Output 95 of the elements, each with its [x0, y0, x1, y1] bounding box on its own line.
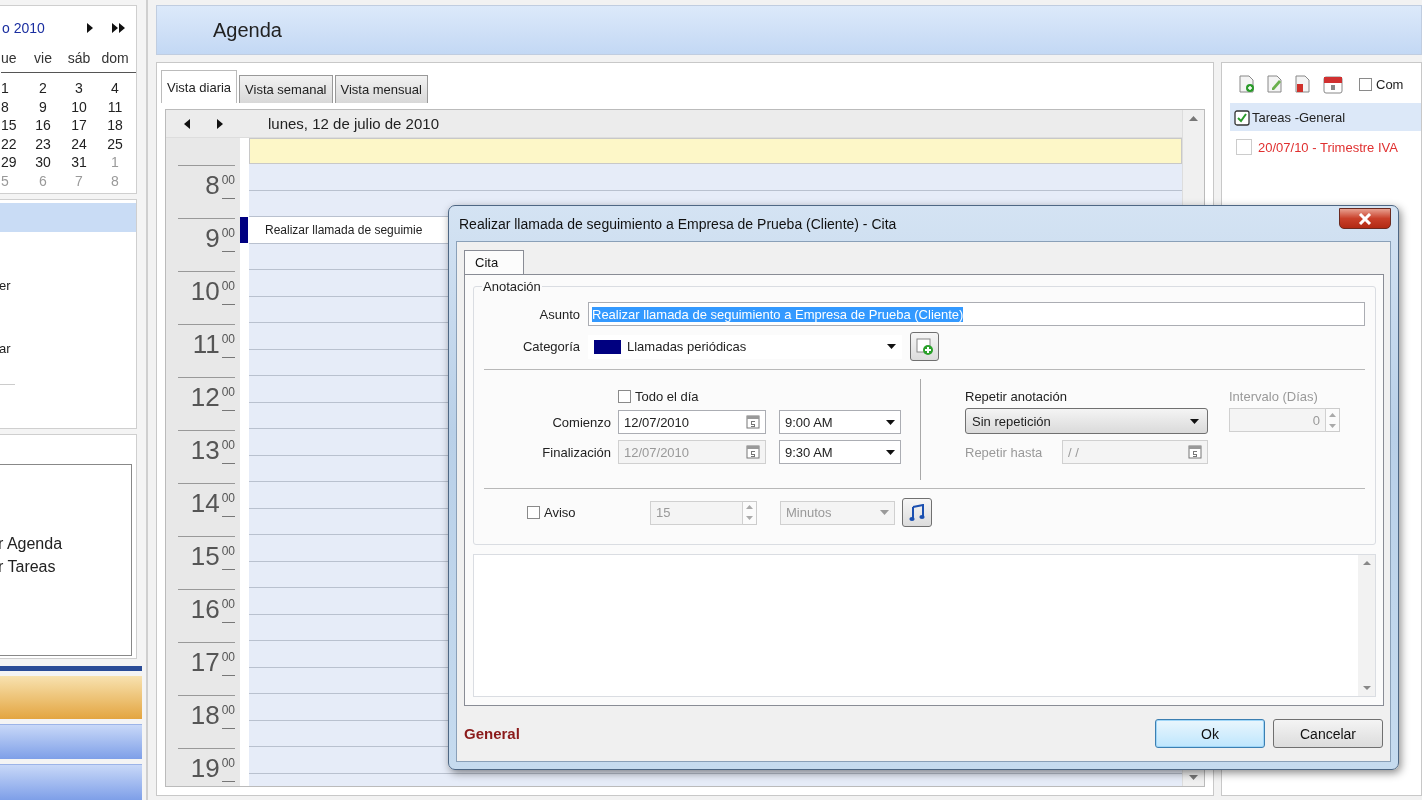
- view-tab[interactable]: Vista mensual: [334, 75, 428, 103]
- field-label: Categoría: [521, 339, 580, 354]
- page-title: Agenda: [213, 18, 282, 42]
- spin-up-icon[interactable]: [1329, 412, 1336, 417]
- calendar-day[interactable]: 11: [97, 97, 133, 116]
- date-field[interactable]: 12/07/2010: [618, 410, 766, 434]
- ok-button[interactable]: Ok: [1155, 719, 1265, 748]
- calendar-icon[interactable]: [1188, 445, 1202, 459]
- cancel-button[interactable]: Cancelar: [1273, 719, 1383, 748]
- weekday-label: ue: [1, 50, 18, 66]
- checkbox[interactable]: [618, 390, 631, 403]
- calendar-month-title: o 2010: [2, 20, 46, 36]
- field-label: Repetir hasta: [965, 444, 1044, 460]
- view-tab[interactable]: Vista semanal: [239, 75, 333, 103]
- navigation-bar[interactable]: [0, 723, 142, 760]
- calendar-day[interactable]: 16: [25, 116, 61, 135]
- calendar-day[interactable]: 15: [1, 116, 25, 135]
- category-name: General: [464, 725, 521, 742]
- event-strip: [240, 747, 249, 786]
- field-label: Intervalo (Días): [1229, 389, 1319, 404]
- field-label: Repetir anotación: [965, 389, 1068, 404]
- calendar-day[interactable]: 8: [1, 97, 25, 116]
- calendar-day[interactable]: 3: [61, 79, 97, 98]
- scroll-up-icon[interactable]: [1189, 116, 1198, 121]
- scroll-up-icon[interactable]: [1362, 561, 1371, 565]
- date-field: 12/07/2010: [618, 440, 766, 464]
- weekday-label: sáb: [66, 50, 92, 66]
- window-title: Realizar llamada de seguimiento a Empresa de Prueba (Cliente) - Cita: [459, 215, 897, 232]
- calendar-icon[interactable]: [746, 415, 760, 429]
- dropdown-arrow-icon[interactable]: [1190, 418, 1199, 424]
- add-category-button[interactable]: [910, 332, 939, 361]
- checkbox[interactable]: [527, 506, 540, 519]
- task-group-header[interactable]: Tareas -General: [1230, 103, 1421, 131]
- calendar-day[interactable]: 25: [97, 134, 133, 153]
- fast-forward-icon[interactable]: [112, 23, 126, 33]
- interval-spinner: 0: [1229, 408, 1340, 432]
- splitter-grip[interactable]: [0, 666, 142, 672]
- tab[interactable]: Cita: [464, 250, 524, 274]
- notes-field[interactable]: [473, 554, 1376, 697]
- time-dropdown[interactable]: 9:30 AM: [779, 440, 901, 464]
- checkbox-label: Todo el día: [635, 389, 699, 404]
- time-dropdown[interactable]: 9:00 AM: [779, 410, 901, 434]
- calendar-day[interactable]: 31: [61, 153, 97, 172]
- next-month-icon[interactable]: [86, 23, 94, 33]
- dropdown-arrow-icon[interactable]: [887, 344, 896, 349]
- calendar-day[interactable]: 24: [61, 134, 97, 153]
- next-icon[interactable]: [216, 118, 223, 129]
- scroll-down-icon[interactable]: [1362, 686, 1371, 690]
- calendar-day[interactable]: 22: [1, 134, 25, 153]
- document-add-icon[interactable]: [1239, 75, 1255, 93]
- spin-down-icon[interactable]: [1329, 423, 1336, 428]
- scroll-down-icon[interactable]: [1189, 775, 1198, 780]
- close-button[interactable]: [1339, 208, 1391, 229]
- calendar-day[interactable]: 4: [97, 79, 133, 98]
- calendar-day[interactable]: 30: [25, 153, 61, 172]
- calendar-day[interactable]: 2: [25, 79, 61, 98]
- task-item[interactable]: 20/07/10 - Trimestre IVA: [1258, 139, 1398, 155]
- calendar-day[interactable]: 29: [1, 153, 25, 172]
- field-label: Finalización: [541, 444, 611, 460]
- calendar-day[interactable]: 10: [61, 97, 97, 116]
- navigation-item[interactable]: ar: [0, 341, 11, 357]
- checkbox-label: Aviso: [544, 505, 577, 520]
- sound-button[interactable]: [902, 498, 932, 527]
- category-dropdown[interactable]: Llamadas periódicas: [588, 334, 902, 359]
- field-label: Comienzo: [551, 414, 611, 430]
- dropdown-arrow-icon[interactable]: [886, 449, 895, 455]
- calendar-day[interactable]: 1: [1, 79, 25, 98]
- document-delete-icon[interactable]: [1295, 75, 1311, 93]
- calendar-day[interactable]: 9: [25, 97, 61, 116]
- document-edit-icon[interactable]: [1267, 75, 1283, 93]
- calendar-day[interactable]: 17: [61, 116, 97, 135]
- checkbox[interactable]: [1359, 77, 1372, 91]
- unit-dropdown: Minutos: [780, 500, 895, 525]
- music-note-icon[interactable]: [909, 503, 925, 522]
- calendar-day[interactable]: 18: [97, 116, 133, 135]
- dropdown-arrow-icon[interactable]: [886, 419, 895, 425]
- calendar-day[interactable]: 23: [25, 134, 61, 153]
- calendar-icon[interactable]: [1323, 74, 1343, 94]
- checkbox-label: Com: [1376, 76, 1404, 92]
- group-label: Anotación: [482, 279, 542, 294]
- close-icon[interactable]: [1358, 212, 1372, 225]
- view-tab[interactable]: Vista diaria: [161, 70, 238, 103]
- scrollbar[interactable]: [1358, 555, 1375, 696]
- add-icon[interactable]: [915, 337, 934, 356]
- field-label: Asunto: [538, 306, 580, 322]
- navigation-item[interactable]: er: [0, 278, 11, 294]
- clipboard-check-icon: [1234, 108, 1250, 126]
- day-title: lunes, 12 de julio de 2010: [268, 115, 439, 132]
- reminder-spinner: 15: [650, 500, 757, 525]
- previous-icon[interactable]: [183, 118, 190, 129]
- spin-down-icon[interactable]: [746, 516, 753, 520]
- weekday-label: vie: [33, 50, 53, 66]
- date-field: / /: [1062, 440, 1208, 464]
- checkbox[interactable]: [1236, 139, 1252, 155]
- weekday-label: dom: [100, 50, 130, 66]
